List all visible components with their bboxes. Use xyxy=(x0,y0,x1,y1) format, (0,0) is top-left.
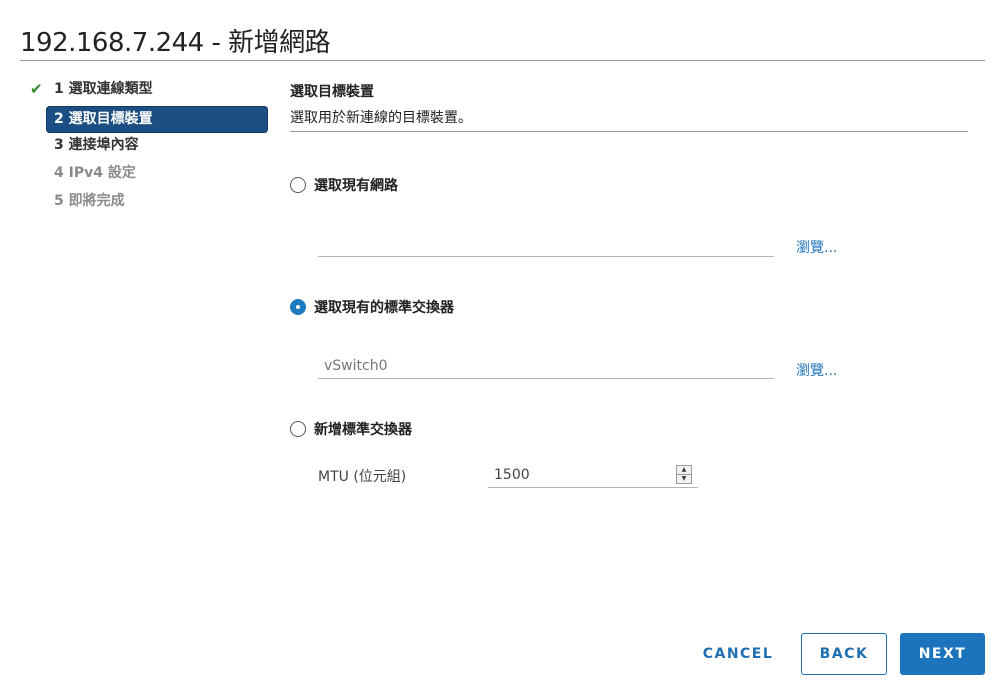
spin-down-icon[interactable]: ▼ xyxy=(677,475,691,483)
existing-switch-label: 選取現有的標準交換器 xyxy=(314,300,454,316)
section-divider xyxy=(290,131,968,132)
next-button[interactable]: NEXT xyxy=(900,633,985,675)
existing-switch-radio[interactable] xyxy=(290,299,306,315)
section-description: 選取用於新連線的目標裝置。 xyxy=(290,110,472,126)
step-5: 5 即將完成 xyxy=(30,190,270,218)
browse-network-link[interactable]: 瀏覽... xyxy=(796,237,837,257)
page-title: 192.168.7.244 - 新增網路 xyxy=(20,28,331,58)
mtu-input[interactable] xyxy=(488,462,668,487)
step-4-label: 4 IPv4 設定 xyxy=(54,165,136,181)
existing-switch-field[interactable] xyxy=(318,353,774,379)
mtu-spinner[interactable]: ▲ ▼ xyxy=(676,465,692,484)
step-1[interactable]: ✔ 1 選取連線類型 xyxy=(30,78,270,106)
mtu-stepper[interactable]: ▲ ▼ xyxy=(488,462,698,488)
existing-network-option[interactable]: 選取現有網路 xyxy=(290,174,398,196)
new-switch-radio[interactable] xyxy=(290,421,306,437)
title-divider xyxy=(20,60,985,61)
new-switch-label: 新增標準交換器 xyxy=(314,422,412,438)
cancel-button[interactable]: CANCEL xyxy=(696,633,780,675)
existing-network-label: 選取現有網路 xyxy=(314,178,398,194)
existing-network-field[interactable] xyxy=(318,231,774,257)
spin-up-icon[interactable]: ▲ xyxy=(677,466,691,475)
step-3-label: 3 連接埠內容 xyxy=(54,137,139,153)
step-5-label: 5 即將完成 xyxy=(54,193,125,209)
section-title: 選取目標裝置 xyxy=(290,84,374,100)
mtu-label: MTU (位元組) xyxy=(318,469,407,485)
back-button[interactable]: BACK xyxy=(801,633,887,675)
step-4: 4 IPv4 設定 xyxy=(30,162,270,190)
existing-switch-option[interactable]: 選取現有的標準交換器 xyxy=(290,296,454,318)
step-1-label: 1 選取連線類型 xyxy=(54,81,153,97)
step-2[interactable]: 2 選取目標裝置 xyxy=(30,106,270,134)
browse-switch-link[interactable]: 瀏覽... xyxy=(796,360,837,380)
step-2-label: 2 選取目標裝置 xyxy=(54,111,153,127)
new-switch-option[interactable]: 新增標準交換器 xyxy=(290,418,412,440)
step-3[interactable]: 3 連接埠內容 xyxy=(30,134,270,162)
existing-network-radio[interactable] xyxy=(290,177,306,193)
checkmark-icon: ✔ xyxy=(30,80,43,98)
wizard-steps: ✔ 1 選取連線類型 2 選取目標裝置 3 連接埠內容 4 IPv4 設定 5 … xyxy=(30,78,270,218)
